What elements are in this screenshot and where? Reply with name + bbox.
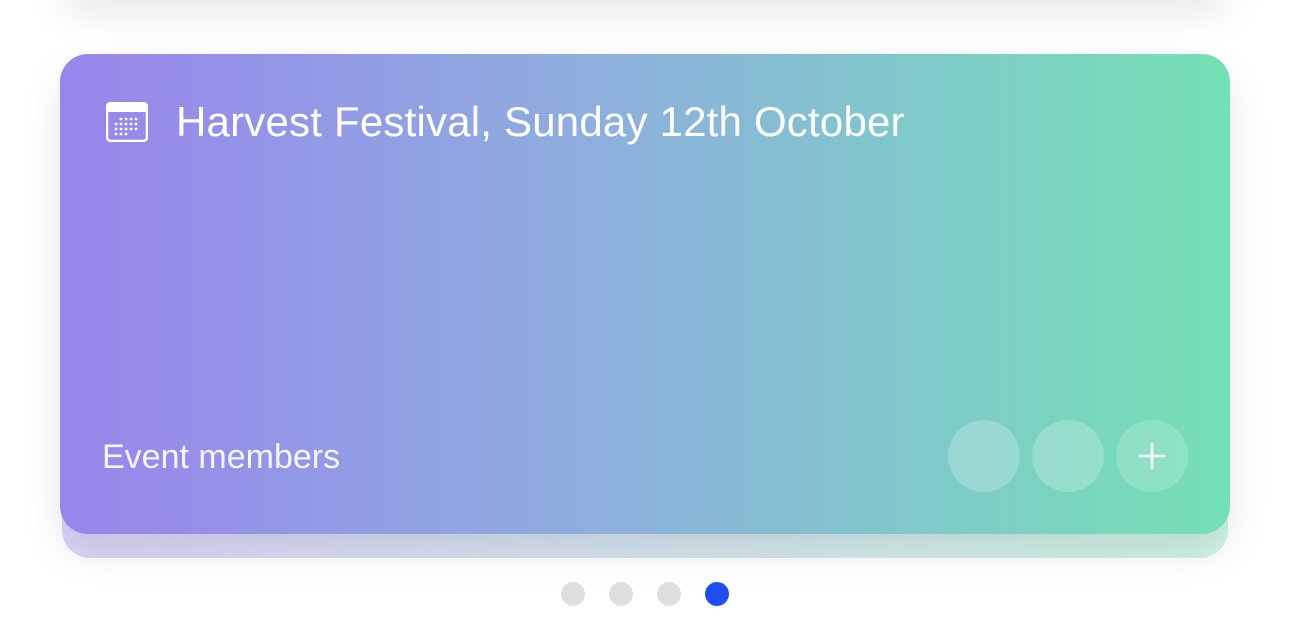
pagination-dot-2[interactable] xyxy=(609,582,633,606)
event-title: Harvest Festival, Sunday 12th October xyxy=(176,98,905,145)
pagination-dots xyxy=(561,582,729,606)
event-card-header: Harvest Festival, Sunday 12th October xyxy=(106,98,905,146)
pagination-dot-1[interactable] xyxy=(561,582,585,606)
event-card[interactable]: Harvest Festival, Sunday 12th October Ev… xyxy=(60,54,1230,534)
member-avatars xyxy=(948,420,1188,492)
member-avatar[interactable] xyxy=(1032,420,1104,492)
pagination-dot-3[interactable] xyxy=(657,582,681,606)
plus-icon xyxy=(1138,442,1166,470)
event-members-label: Event members xyxy=(102,438,341,476)
calendar-icon xyxy=(106,102,148,142)
pagination-dot-4[interactable] xyxy=(705,582,729,606)
member-avatar[interactable] xyxy=(948,420,1020,492)
page: Harvest Festival, Sunday 12th October Ev… xyxy=(0,0,1290,631)
add-member-button[interactable] xyxy=(1116,420,1188,492)
